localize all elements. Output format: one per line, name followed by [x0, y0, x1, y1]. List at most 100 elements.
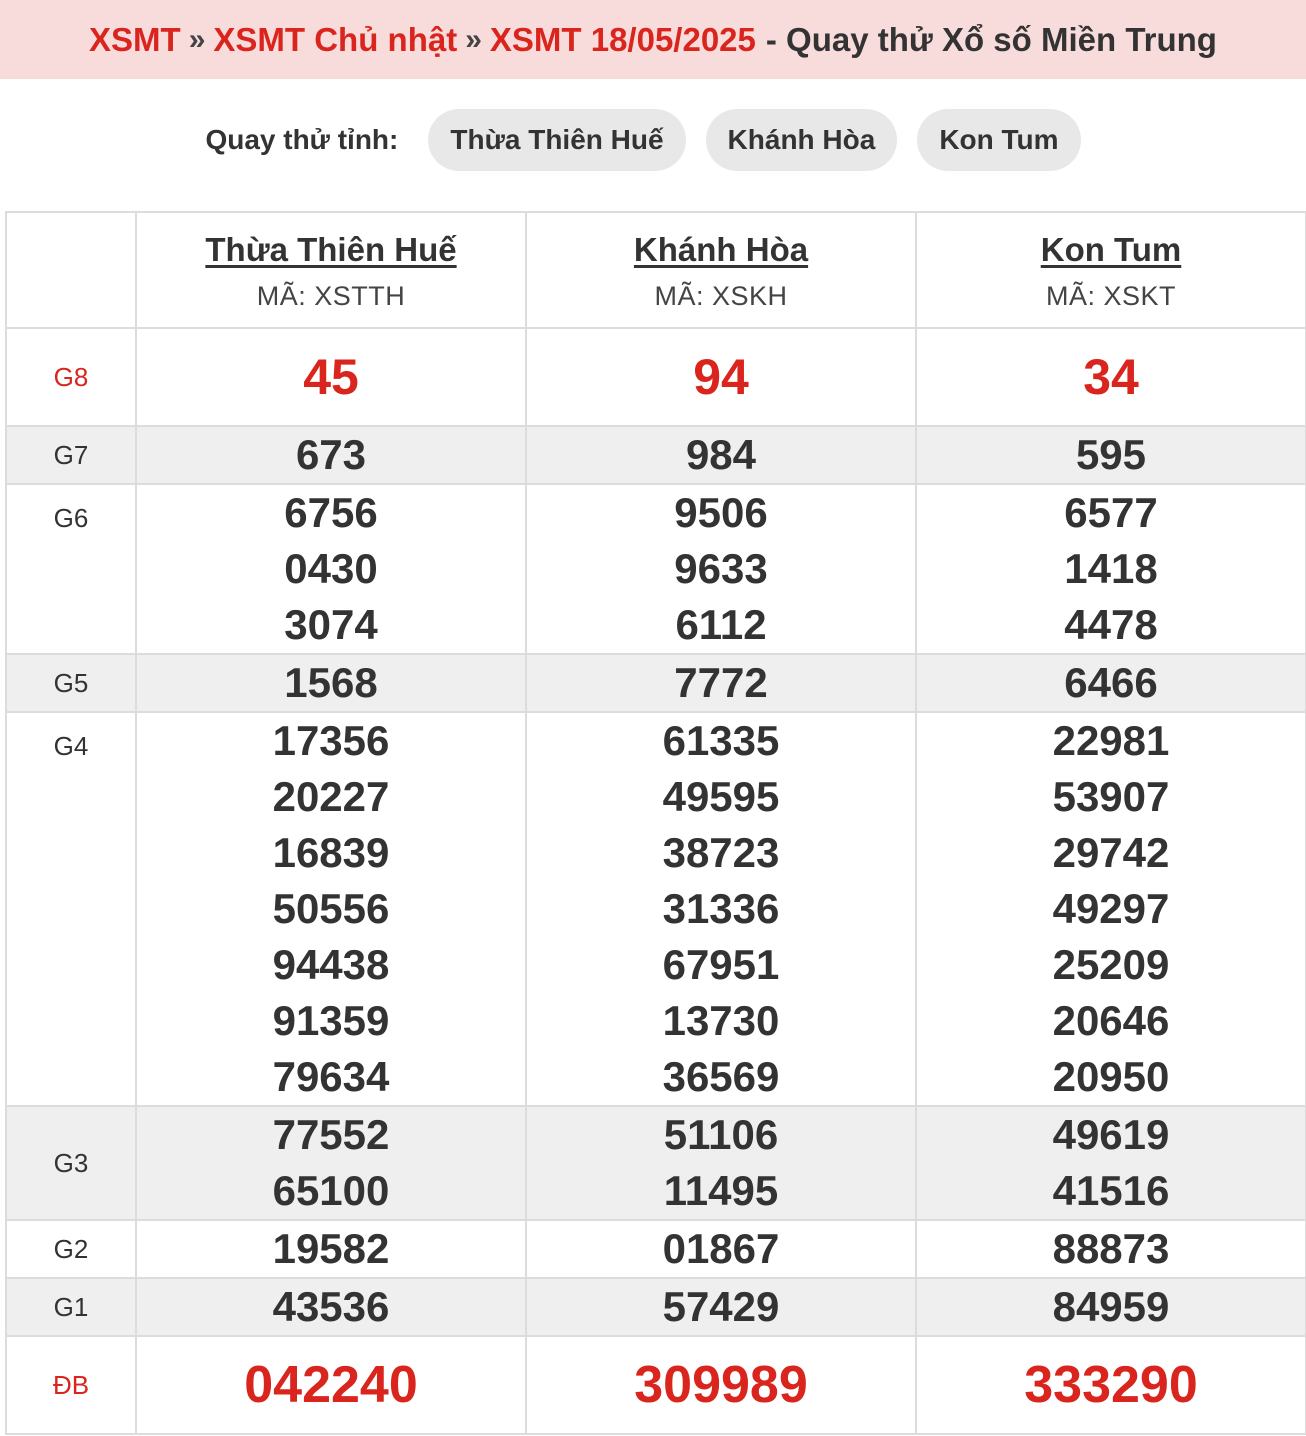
- prize-label-g5: G5: [5, 653, 137, 713]
- prize-number: 20646: [1052, 997, 1170, 1044]
- prize-cell: 49619 41516: [915, 1105, 1306, 1221]
- prize-number: 984: [685, 431, 757, 478]
- prize-cell: 22981 53907 29742 49297 25209 20646 2095…: [915, 711, 1306, 1107]
- prize-number: 673: [295, 431, 367, 478]
- prize-cell: 84959: [915, 1277, 1306, 1337]
- province-code: MÃ: XSKT: [1045, 280, 1177, 311]
- prize-number: 29742: [1052, 829, 1170, 876]
- prize-number: 6112: [675, 601, 767, 648]
- prize-cell: 61335 49595 38723 31336 67951 13730 3656…: [525, 711, 917, 1107]
- breadcrumb-day-link[interactable]: XSMT Chủ nhật: [213, 21, 457, 59]
- chip-kon-tum[interactable]: Kon Tum: [917, 109, 1081, 171]
- province-code: MÃ: XSKH: [654, 280, 788, 311]
- prize-label-g3: G3: [5, 1105, 137, 1221]
- prize-number: 94438: [272, 941, 390, 988]
- prize-row-special: ĐB 042240 309989 333290: [5, 1335, 1306, 1435]
- prize-number: 20227: [272, 773, 390, 820]
- prize-number: 49297: [1052, 885, 1170, 932]
- prize-number: 34: [1083, 349, 1139, 405]
- breadcrumb-banner: XSMT » XSMT Chủ nhật » XSMT 18/05/2025 -…: [0, 0, 1306, 79]
- prize-cell: 333290: [915, 1335, 1306, 1435]
- header-corner: [5, 211, 136, 329]
- prize-row-g2: G2 19582 01867 88873: [5, 1219, 1306, 1279]
- prize-cell: 042240: [135, 1335, 527, 1435]
- prize-label-g4: G4: [5, 711, 137, 1107]
- prize-cell: 673: [135, 425, 527, 485]
- prize-number: 79634: [272, 1053, 390, 1100]
- province-name-link[interactable]: Kon Tum: [917, 231, 1305, 269]
- breadcrumb-separator-icon: »: [465, 22, 482, 56]
- breadcrumb-home-link[interactable]: XSMT: [89, 21, 181, 59]
- prize-number: 1418: [1064, 545, 1158, 592]
- prize-row-g5: G5 1568 7772 6466: [5, 653, 1306, 713]
- prize-number: 7772: [674, 659, 768, 706]
- prize-cell: 94: [525, 327, 917, 427]
- prize-label-g6: G6: [5, 483, 137, 655]
- prize-label-special: ĐB: [5, 1335, 137, 1435]
- prize-cell: 19582: [135, 1219, 527, 1279]
- prize-number: 88873: [1052, 1225, 1170, 1272]
- prize-row-g4: G4 17356 20227 16839 50556 94438 91359 7…: [5, 711, 1306, 1107]
- prize-cell: 1568: [135, 653, 527, 713]
- prize-number: 50556: [272, 885, 390, 932]
- table-header-row: Thừa Thiên Huế MÃ: XSTTH Khánh Hòa MÃ: X…: [5, 211, 1306, 329]
- prize-number: 36569: [662, 1053, 780, 1100]
- province-name-link[interactable]: Khánh Hòa: [527, 231, 915, 269]
- results-table: Thừa Thiên Huế MÃ: XSTTH Khánh Hòa MÃ: X…: [5, 211, 1306, 1435]
- prize-number: 20950: [1052, 1053, 1170, 1100]
- prize-number: 31336: [662, 885, 780, 932]
- prize-number: 19582: [272, 1225, 390, 1272]
- prize-number: 49619: [1052, 1111, 1170, 1158]
- breadcrumb-separator-icon: »: [188, 22, 206, 56]
- page-title: - Quay thử Xổ số Miền Trung: [765, 20, 1217, 58]
- prize-number: 22981: [1052, 717, 1170, 764]
- province-name-link[interactable]: Thừa Thiên Huế: [137, 231, 525, 269]
- prize-number: 6756: [284, 489, 378, 536]
- prize-row-g1: G1 43536 57429 84959: [5, 1277, 1306, 1337]
- prize-cell: 9506 9633 6112: [525, 483, 917, 655]
- prize-number: 67951: [662, 941, 780, 988]
- chip-thua-thien-hue[interactable]: Thừa Thiên Huế: [428, 109, 686, 171]
- prize-label-g1: G1: [5, 1277, 137, 1337]
- breadcrumb-date-link[interactable]: XSMT 18/05/2025: [490, 21, 756, 59]
- chip-bar-label: Quay thử tỉnh:: [205, 124, 399, 155]
- prize-cell: 43536: [135, 1277, 527, 1337]
- prize-number: 84959: [1052, 1283, 1170, 1330]
- prize-number: 38723: [662, 829, 780, 876]
- prize-number: 3074: [284, 601, 378, 648]
- prize-number: 65100: [272, 1167, 390, 1214]
- prize-cell: 7772: [525, 653, 917, 713]
- prize-label-g2: G2: [5, 1219, 137, 1279]
- prize-cell: 57429: [525, 1277, 917, 1337]
- prize-label-g7: G7: [5, 425, 137, 485]
- prize-number: 01867: [662, 1225, 780, 1272]
- prize-number: 17356: [272, 717, 390, 764]
- prize-number: 11495: [663, 1167, 779, 1214]
- prize-number: 16839: [272, 829, 390, 876]
- prize-number: 61335: [662, 717, 780, 764]
- header-province-1: Khánh Hòa MÃ: XSKH: [525, 211, 917, 329]
- prize-number: 41516: [1052, 1167, 1170, 1214]
- prize-number: 6466: [1064, 659, 1158, 706]
- special-prize-number: 309989: [634, 1356, 808, 1414]
- province-chip-bar: Quay thử tỉnh: Thừa Thiên Huế Khánh Hòa …: [0, 109, 1306, 171]
- prize-cell: 595: [915, 425, 1306, 485]
- prize-number: 595: [1075, 431, 1147, 478]
- prize-cell: 51106 11495: [525, 1105, 917, 1221]
- prize-number: 94: [693, 349, 749, 405]
- province-code: MÃ: XSTTH: [256, 280, 406, 311]
- prize-row-g6: G6 6756 0430 3074 9506 9633 6112 6577 14…: [5, 483, 1306, 655]
- prize-cell: 6466: [915, 653, 1306, 713]
- prize-cell: 45: [135, 327, 527, 427]
- prize-cell: 01867: [525, 1219, 917, 1279]
- prize-cell: 88873: [915, 1219, 1306, 1279]
- prize-number: 57429: [662, 1283, 780, 1330]
- prize-cell: 17356 20227 16839 50556 94438 91359 7963…: [135, 711, 527, 1107]
- prize-row-g8: G8 45 94 34: [5, 327, 1306, 427]
- prize-number: 49595: [662, 773, 780, 820]
- prize-number: 53907: [1052, 773, 1170, 820]
- prize-number: 9633: [674, 545, 768, 592]
- chip-khanh-hoa[interactable]: Khánh Hòa: [705, 109, 898, 171]
- special-prize-number: 042240: [244, 1356, 418, 1414]
- prize-number: 77552: [272, 1111, 390, 1158]
